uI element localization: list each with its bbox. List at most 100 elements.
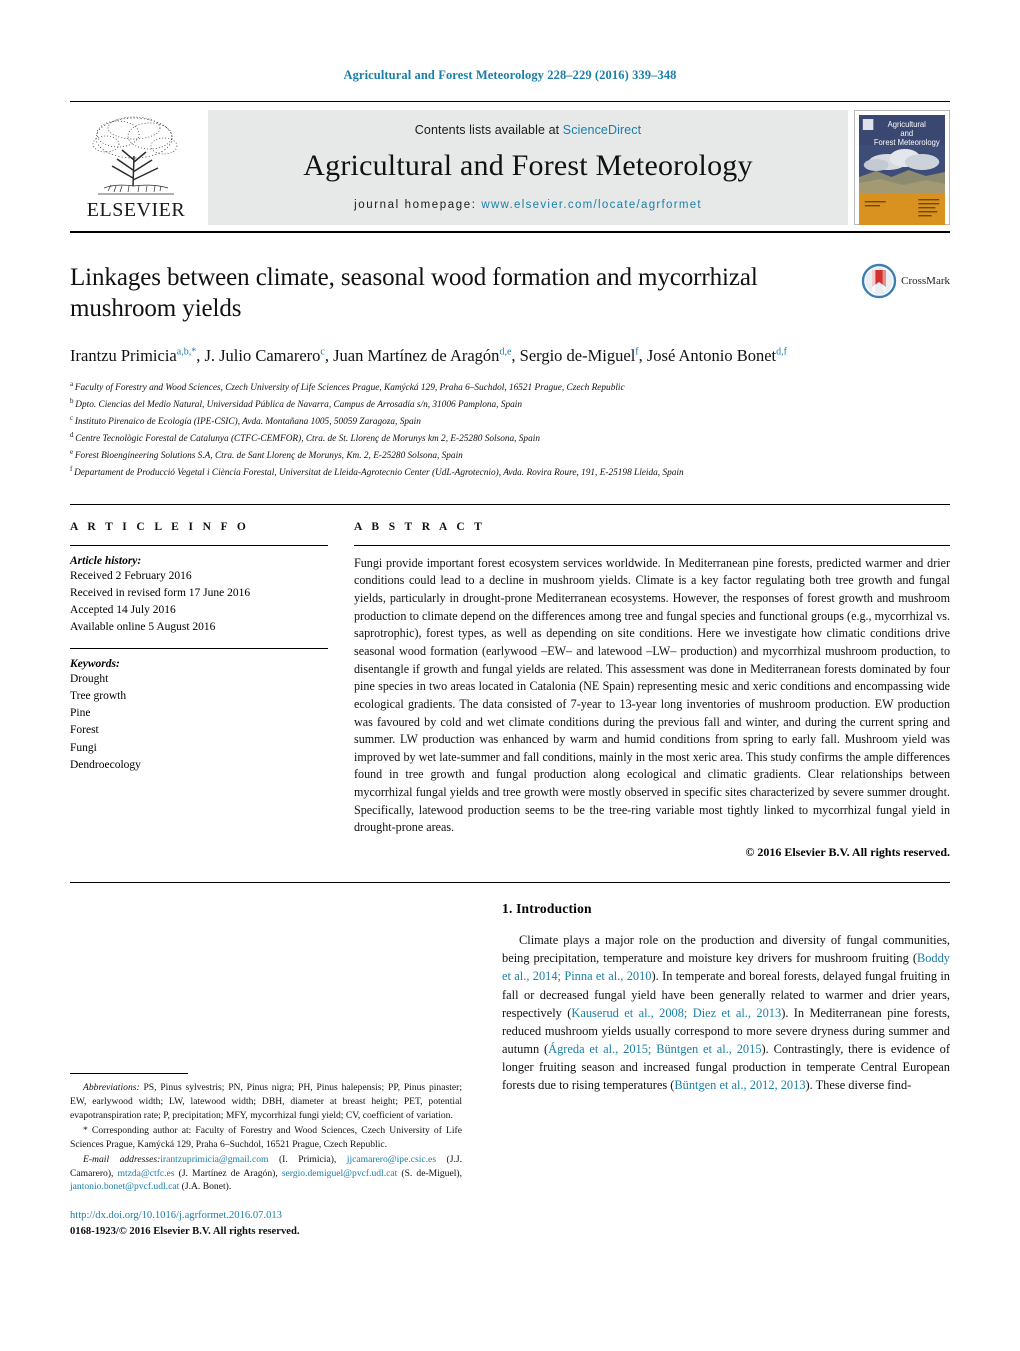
elsevier-tree-icon — [92, 116, 178, 195]
email-owner: (S. de-Miguel), — [397, 1167, 462, 1179]
author-name: Sergio de-Miguel — [519, 345, 636, 365]
contents-prefix: Contents lists available at — [414, 122, 563, 137]
journal-homepage-line: journal homepage: www.elsevier.com/locat… — [354, 199, 702, 211]
email-owner: (J.A. Bonet). — [179, 1181, 232, 1193]
introduction-heading: 1. Introduction — [502, 901, 592, 917]
author-affiliation-marks: d,e — [499, 346, 512, 357]
journal-cover-thumbnail: Agricultural and Forest Meteorology — [854, 110, 950, 225]
journal-title: Agricultural and Forest Meteorology — [303, 148, 753, 182]
citation-link[interactable]: Büntgen et al., 2012, 2013 — [674, 1078, 805, 1092]
svg-text:Agricultural: Agricultural — [888, 120, 926, 129]
abstract-heading: A B S T R A C T — [354, 520, 486, 533]
article-history-item: Received 2 February 2016 — [70, 569, 192, 582]
elsevier-logo: ELSEVIER — [70, 110, 202, 225]
email-link[interactable]: sergio.demiguel@pvcf.udl.cat — [282, 1168, 398, 1179]
abbreviations-note: Abbreviations: PS, Pinus sylvestris; PN,… — [70, 1081, 462, 1123]
abstract-text: Fungi provide important forest ecosystem… — [354, 555, 950, 835]
keyword-item: Tree growth — [70, 689, 127, 702]
journal-masthead: ELSEVIER Contents lists available at Sci… — [70, 101, 950, 225]
author-affiliation-marks: f — [635, 346, 639, 357]
affiliation-item: b Dpto. Ciencias del Medio Natural, Univ… — [70, 396, 950, 413]
email-link[interactable]: irantzuprimicia@gmail.com — [160, 1154, 268, 1165]
abstract-copyright: © 2016 Elsevier B.V. All rights reserved… — [745, 845, 950, 860]
keyword-item: Forest — [70, 724, 99, 737]
journal-band: Contents lists available at ScienceDirec… — [208, 110, 848, 225]
author-name: José Antonio Bonet — [646, 345, 777, 365]
author-list: Irantzu Primiciaa,b,*, J. Julio Camarero… — [70, 345, 787, 365]
cover-artwork: Agricultural and Forest Meteorology — [859, 115, 945, 225]
svg-text:and: and — [900, 129, 913, 138]
affiliation-text: Departament de Producció Vegetal i Ciènc… — [74, 468, 684, 479]
abstract-top-rule — [354, 544, 950, 546]
email-label: E-mail addresses: — [83, 1153, 161, 1165]
article-info-heading: A R T I C L E I N F O — [70, 520, 250, 533]
keyword-item: Fungi — [70, 741, 97, 754]
article-history-label: Article history: — [70, 554, 142, 567]
svg-text:Forest Meteorology: Forest Meteorology — [874, 138, 940, 147]
homepage-url-link[interactable]: www.elsevier.com/locate/agrformet — [481, 199, 702, 211]
corresponding-author-note: * Corresponding author at: Faculty of Fo… — [70, 1124, 462, 1150]
author-name: Irantzu Primicia — [70, 345, 177, 365]
keyword-item: Drought — [70, 672, 109, 685]
title-block: CrossMark Linkages between climate, seas… — [70, 263, 950, 482]
affiliation-item: c Instituto Pirenaico de Ecología (IPE-C… — [70, 413, 950, 430]
article-history-lines: Received 2 February 2016 Received in revi… — [70, 568, 328, 636]
email-owner: (I. Primicia), — [268, 1153, 347, 1165]
contents-available-line: Contents lists available at ScienceDirec… — [415, 123, 641, 137]
footnote-rule — [70, 1073, 188, 1075]
author-name: J. Julio Camarero — [204, 345, 321, 365]
crossmark-badge[interactable]: CrossMark — [861, 263, 950, 299]
homepage-prefix: journal homepage: — [354, 198, 482, 211]
keyword-item: Pine — [70, 707, 91, 720]
email-link[interactable]: mtzda@ctfc.es — [118, 1168, 175, 1179]
author-affiliation-marks: c — [320, 346, 325, 357]
paragraph-text: ). These diverse find- — [805, 1078, 912, 1093]
sciencedirect-link[interactable]: ScienceDirect — [563, 123, 641, 137]
email-note: E-mail addresses:irantzuprimicia@gmail.c… — [70, 1153, 462, 1195]
crossmark-label: CrossMark — [901, 275, 950, 287]
introduction-paragraph: Climate plays a major role on the produc… — [502, 931, 950, 1095]
affiliation-list: a Faculty of Forestry and Wood Sciences,… — [70, 379, 950, 482]
article-info-column: A R T I C L E I N F O Article history: R… — [70, 521, 342, 861]
masthead-bottom-rule — [70, 231, 950, 233]
introduction-column: 1. Introduction Climate plays a major ro… — [484, 901, 950, 1213]
affiliation-text: Dpto. Ciencias del Medio Natural, Univer… — [75, 400, 522, 410]
keywords-label: Keywords: — [70, 657, 120, 670]
affiliation-item: e Forest Bioengineering Solutions S.A, C… — [70, 447, 950, 464]
abbreviations-label: Abbreviations: — [83, 1082, 140, 1094]
elsevier-wordmark: ELSEVIER — [86, 199, 186, 221]
running-head: Agricultural and Forest Meteorology 228–… — [343, 68, 677, 82]
affiliation-text: Faculty of Forestry and Wood Sciences, C… — [74, 382, 625, 393]
issn-copyright: 0168-1923/© 2016 Elsevier B.V. All right… — [70, 1225, 300, 1237]
doi-block: http://dx.doi.org/10.1016/j.agrformet.20… — [70, 1208, 462, 1239]
keywords-list: Drought Tree growth Pine Forest Fungi Dendroe… — [70, 671, 328, 775]
keyword-item: Dendroecology — [70, 758, 141, 771]
affiliation-text: Forest Bioengineering Solutions S.A, Ctr… — [74, 451, 463, 462]
article-history-item: Accepted 14 July 2016 — [70, 603, 176, 616]
affiliation-text: Centre Tecnològic Forestal de Catalunya … — [75, 434, 540, 445]
email-link[interactable]: jantonio.bonet@pvcf.udl.cat — [70, 1181, 179, 1192]
footnote-column: Abbreviations: PS, Pinus sylvestris; PN,… — [70, 901, 484, 1237]
article-history-item: Received in revised form 17 June 2016 — [70, 586, 251, 599]
affiliation-text: Instituto Pirenaico de Ecología (IPE-CSI… — [74, 417, 421, 428]
article-info-top-rule — [70, 544, 328, 546]
affiliation-item: f Departament de Producció Vegetal i Ciè… — [70, 464, 950, 481]
author-name: Juan Martínez de Aragón — [333, 345, 500, 365]
citation-link[interactable]: Ágreda et al., 2015; Büntgen et al., 201… — [548, 1042, 761, 1056]
author-affiliation-marks: a,b,* — [176, 346, 197, 357]
article-history-item: Available online 5 August 2016 — [70, 620, 216, 633]
page-title: Linkages between climate, seasonal wood … — [70, 264, 758, 322]
paper-page: Agricultural and Forest Meteorology 228–… — [0, 0, 1020, 1351]
info-abstract-columns: A R T I C L E I N F O Article history: R… — [70, 505, 950, 861]
body-columns: Abbreviations: PS, Pinus sylvestris; PN,… — [70, 883, 950, 1237]
footnote-block: Abbreviations: PS, Pinus sylvestris; PN,… — [70, 1081, 462, 1194]
affiliation-item: d Centre Tecnològic Forestal de Cataluny… — [70, 430, 950, 447]
author-affiliation-marks: d,f — [776, 346, 787, 357]
article-info-mid-rule — [70, 647, 328, 649]
email-link[interactable]: jjcamarero@ipe.csic.es — [347, 1154, 436, 1165]
email-owner: (J. Martínez de Aragón), — [174, 1167, 282, 1179]
doi-link[interactable]: http://dx.doi.org/10.1016/j.agrformet.20… — [70, 1208, 462, 1223]
crossmark-icon — [861, 263, 897, 299]
paragraph-text: Climate plays a major role on the produc… — [502, 933, 950, 966]
citation-link[interactable]: Kauserud et al., 2008; Diez et al., 2013 — [571, 1006, 781, 1020]
